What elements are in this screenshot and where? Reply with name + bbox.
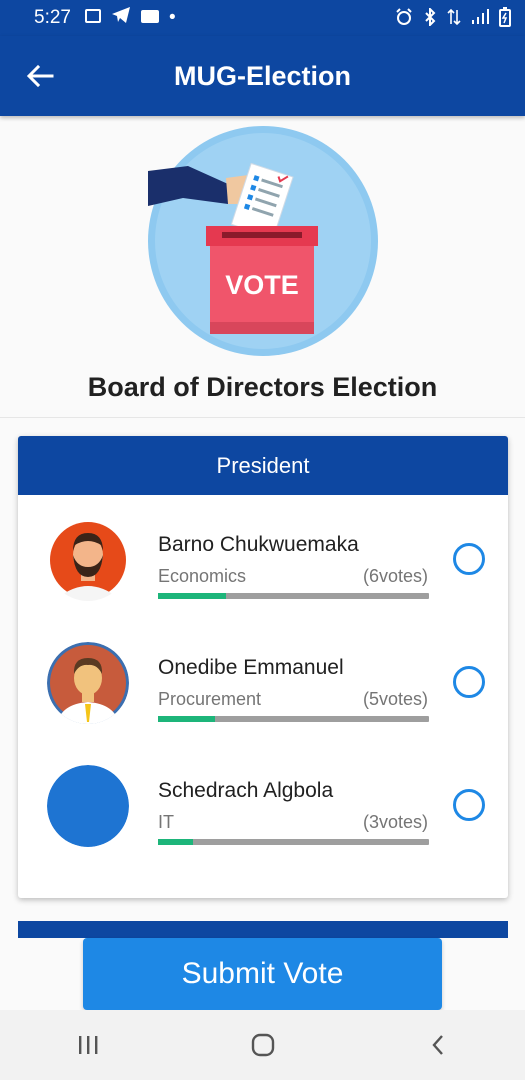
candidate-row[interactable]: Barno Chukwuemaka Economics (6votes) xyxy=(18,505,508,605)
ballot-box-illustration: VOTE xyxy=(148,126,378,356)
vote-progress-fill xyxy=(158,593,226,599)
signal-icon xyxy=(471,8,489,28)
divider xyxy=(0,417,525,418)
election-title: Board of Directors Election xyxy=(87,372,438,402)
data-icon xyxy=(447,8,461,29)
telegram-icon xyxy=(111,6,131,30)
candidate-votes: (3votes) xyxy=(362,812,428,832)
home-button[interactable] xyxy=(223,1015,303,1075)
submit-vote-button[interactable]: Submit Vote xyxy=(83,938,442,1010)
candidate-name: Schedrach Algbola xyxy=(158,779,334,802)
candidate-name: Barno Chukwuemaka xyxy=(158,533,359,556)
home-icon xyxy=(251,1033,274,1057)
nav-back-button[interactable] xyxy=(398,1015,478,1075)
vote-progress-bar xyxy=(158,716,429,722)
system-nav-bar xyxy=(0,1010,525,1080)
candidate-department: IT xyxy=(158,812,174,832)
position-card: President Barno Chukwuemaka Economics (6… xyxy=(18,436,508,898)
vote-progress-fill xyxy=(158,716,215,722)
bluetooth-icon xyxy=(423,6,437,29)
dot-icon: • xyxy=(168,7,176,28)
back-button[interactable] xyxy=(0,36,80,116)
status-bar: 5:27 • xyxy=(0,0,525,36)
candidate-department: Procurement xyxy=(158,689,262,709)
next-position-card-header xyxy=(18,921,508,938)
man-tie-avatar xyxy=(47,642,129,724)
candidate-votes: (6votes) xyxy=(362,566,428,586)
bearded-man-avatar xyxy=(47,519,129,601)
alarm-icon xyxy=(395,7,413,29)
vote-radio[interactable] xyxy=(453,666,485,698)
recent-apps-button[interactable] xyxy=(48,1015,128,1075)
vote-progress-fill xyxy=(158,839,194,845)
folder-icon xyxy=(140,7,159,29)
vote-progress-bar xyxy=(158,593,429,599)
arrow-left-icon xyxy=(26,64,54,88)
image-icon xyxy=(84,7,101,29)
blank-avatar xyxy=(47,765,129,847)
back-icon xyxy=(431,1035,443,1055)
candidate-row[interactable]: Onedibe Emmanuel Procurement (5votes) xyxy=(18,628,508,728)
vote-progress-bar xyxy=(158,839,429,845)
candidate-votes: (5votes) xyxy=(362,689,428,709)
battery-icon xyxy=(499,6,511,30)
candidate-name: Onedibe Emmanuel xyxy=(158,656,344,679)
vote-radio[interactable] xyxy=(453,789,485,821)
vote-label: VOTE xyxy=(225,270,299,300)
app-bar: MUG-Election xyxy=(0,36,525,116)
recent-apps-icon xyxy=(78,1036,97,1054)
vote-radio[interactable] xyxy=(453,543,485,575)
status-time: 5:27 xyxy=(34,7,71,28)
candidate-department: Economics xyxy=(158,566,247,586)
candidate-row[interactable]: Schedrach Algbola IT (3votes) xyxy=(18,751,508,851)
position-title: President xyxy=(18,436,508,495)
